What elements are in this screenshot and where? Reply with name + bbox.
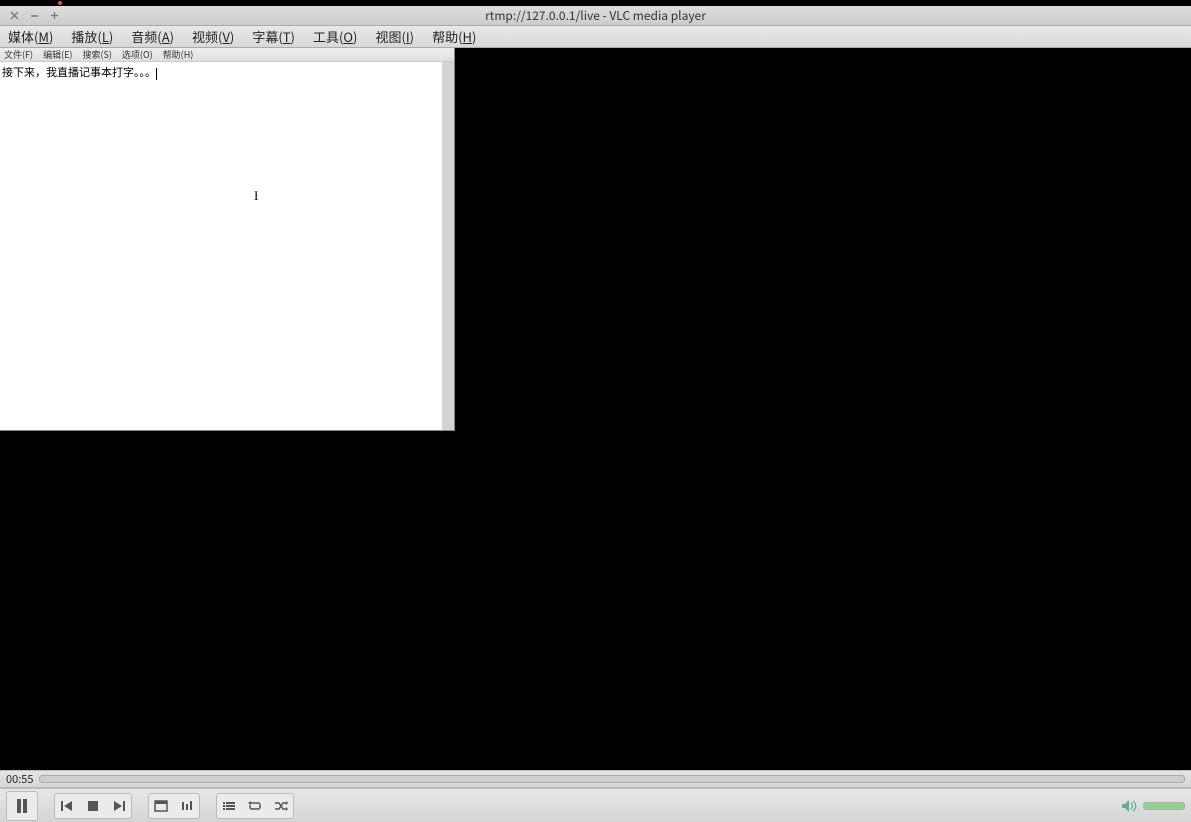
shuffle-button[interactable]: [269, 794, 293, 818]
progress-bar: 00:55: [0, 770, 1191, 788]
extended-settings-button[interactable]: [175, 794, 199, 818]
notepad-menu-file[interactable]: 文件(F): [4, 48, 33, 61]
menu-audio[interactable]: 音频(A): [131, 27, 174, 46]
text-cursor-ibeam-icon: I: [254, 188, 258, 204]
notepad-menu-edit[interactable]: 编辑(E): [43, 48, 72, 61]
notepad-menu-help[interactable]: 帮助(H): [163, 48, 194, 61]
loop-icon: [248, 800, 262, 812]
window-titlebar: rtmp://127.0.0.1/live - VLC media player: [0, 6, 1191, 26]
stop-button[interactable]: [81, 794, 105, 818]
menu-tools[interactable]: 工具(O): [313, 27, 357, 46]
playlist-icon: [222, 800, 236, 812]
menu-view[interactable]: 视图(I): [375, 27, 414, 46]
equalizer-icon: [180, 800, 194, 812]
volume-control: [1121, 798, 1185, 814]
next-button[interactable]: [107, 794, 131, 818]
menu-video[interactable]: 视频(V): [192, 27, 234, 46]
fullscreen-icon: [154, 800, 168, 812]
previous-button[interactable]: [55, 794, 79, 818]
seek-slider[interactable]: [39, 775, 1185, 783]
notepad-menubar: 文件(F) 编辑(E) 搜索(S) 选项(O) 帮助(H): [0, 48, 454, 62]
play-pause-button[interactable]: [7, 792, 37, 820]
notepad-menu-search[interactable]: 搜索(S): [82, 48, 111, 61]
playlist-button[interactable]: [217, 794, 241, 818]
loop-button[interactable]: [243, 794, 267, 818]
text-caret: [156, 68, 157, 80]
notepad-content: 接下来，我直播记事本打字。。。: [2, 64, 156, 80]
volume-icon[interactable]: [1121, 798, 1137, 814]
fullscreen-button[interactable]: [149, 794, 173, 818]
notepad-menu-options[interactable]: 选项(O): [122, 48, 153, 61]
elapsed-time[interactable]: 00:55: [6, 771, 33, 787]
menu-help[interactable]: 帮助(H): [432, 27, 476, 46]
pause-icon: [15, 798, 29, 814]
menu-media[interactable]: 媒体(M): [8, 27, 53, 46]
next-icon: [112, 800, 126, 812]
vlc-menubar: 媒体(M) 播放(L) 音频(A) 视频(V) 字幕(T) 工具(O) 视图(I…: [0, 26, 1191, 48]
window-maximize-button[interactable]: [48, 10, 60, 22]
volume-slider[interactable]: [1143, 802, 1185, 810]
controls-toolbar: [0, 788, 1191, 822]
previous-icon: [60, 800, 74, 812]
menu-playback[interactable]: 播放(L): [71, 27, 113, 46]
menu-subtitle[interactable]: 字幕(T): [252, 27, 295, 46]
window-title: rtmp://127.0.0.1/live - VLC media player: [60, 7, 1131, 24]
shuffle-icon: [274, 800, 288, 812]
notepad-text-area[interactable]: 接下来，我直播记事本打字。。。 I: [0, 62, 454, 430]
window-minimize-button[interactable]: [28, 10, 40, 22]
notepad-window: 文件(F) 编辑(E) 搜索(S) 选项(O) 帮助(H) 接下来，我直播记事本…: [0, 48, 455, 431]
stop-icon: [87, 800, 99, 812]
window-close-button[interactable]: [8, 10, 20, 22]
